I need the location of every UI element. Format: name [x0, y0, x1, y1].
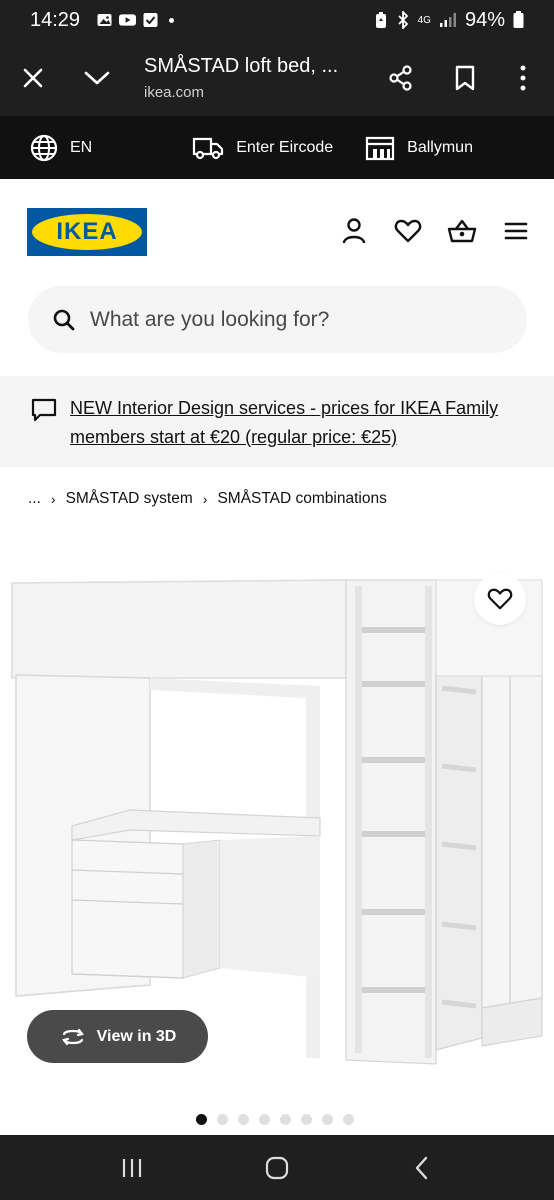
bookmark-icon: [455, 65, 475, 91]
breadcrumb-item[interactable]: SMÅSTAD system: [66, 490, 193, 508]
minimize-button[interactable]: [72, 53, 122, 103]
pager-dot[interactable]: [196, 1114, 207, 1125]
breadcrumb: ... › SMÅSTAD system › SMÅSTAD combinati…: [28, 487, 387, 511]
checkbox-notification-icon: [143, 13, 158, 27]
eircode-selector[interactable]: Enter Eircode: [192, 135, 333, 161]
heart-icon: [394, 219, 422, 243]
battery-saver-icon: [375, 12, 386, 28]
site-header: IKEA: [0, 179, 554, 285]
favourites-button[interactable]: [392, 215, 424, 247]
page-title: SMÅSTAD loft bed, ...: [144, 55, 339, 77]
search-bar[interactable]: [28, 286, 527, 353]
share-button[interactable]: [376, 53, 426, 103]
language-label: EN: [70, 138, 93, 156]
image-pager: [196, 1114, 354, 1125]
basket-button[interactable]: [446, 215, 478, 247]
network-type: 4G: [417, 14, 431, 26]
battery-level: 94%: [464, 8, 505, 31]
rotate-3d-icon: [61, 1028, 84, 1045]
bluetooth-icon: [397, 11, 408, 29]
pager-dot[interactable]: [259, 1114, 270, 1125]
profile-button[interactable]: [338, 215, 370, 247]
product-image[interactable]: [10, 578, 544, 1066]
menu-icon: [504, 222, 528, 240]
pager-dot[interactable]: [343, 1114, 354, 1125]
youtube-notification-icon: [119, 14, 137, 26]
basket-icon: [447, 219, 477, 243]
system-nav-bar: [0, 1135, 554, 1200]
ikea-logo[interactable]: IKEA: [27, 208, 147, 256]
page-info[interactable]: SMÅSTAD loft bed, ... ikea.com: [144, 55, 376, 101]
logo-oval: IKEA: [32, 214, 142, 250]
back-icon: [415, 1156, 427, 1179]
recent-apps-button[interactable]: [112, 1148, 152, 1188]
page-url: ikea.com: [144, 84, 205, 101]
store-label: Ballymun: [407, 138, 473, 156]
speech-bubble-icon: [31, 398, 57, 422]
globe-icon: [30, 134, 58, 161]
delivery-truck-icon: [193, 137, 224, 159]
signal-icon: [439, 13, 456, 27]
profile-icon: [342, 218, 366, 244]
promo-banner: NEW Interior Design services - prices fo…: [0, 376, 554, 467]
add-to-favourites-button[interactable]: [474, 573, 526, 625]
store-icon: [366, 136, 395, 160]
eircode-label: Enter Eircode: [236, 138, 334, 156]
chevron-down-icon: [84, 71, 110, 85]
close-tab-button[interactable]: [8, 53, 58, 103]
back-button[interactable]: [402, 1148, 442, 1188]
pager-dot[interactable]: [238, 1114, 249, 1125]
recents-icon: [123, 1158, 142, 1177]
chevron-right-icon: ›: [50, 491, 56, 507]
battery-icon: [513, 11, 524, 28]
view-in-3d-button[interactable]: View in 3D: [27, 1010, 208, 1063]
pager-dot[interactable]: [322, 1114, 333, 1125]
pager-dot[interactable]: [301, 1114, 312, 1125]
menu-button[interactable]: [500, 215, 532, 247]
more-icon: [520, 65, 526, 91]
bookmark-button[interactable]: [440, 53, 490, 103]
logo-text: IKEA: [56, 218, 118, 245]
pager-dot[interactable]: [217, 1114, 228, 1125]
view-in-3d-label: View in 3D: [96, 1027, 177, 1045]
heart-icon: [487, 588, 513, 610]
locale-bar: EN Enter Eircode Ballymun: [0, 116, 554, 179]
chevron-right-icon: ›: [202, 491, 208, 507]
status-time: 14:29: [30, 8, 81, 31]
search-icon: [53, 309, 75, 330]
breadcrumb-item[interactable]: SMÅSTAD combinations: [217, 490, 386, 508]
share-icon: [389, 65, 412, 91]
home-icon: [265, 1156, 289, 1179]
browser-toolbar: SMÅSTAD loft bed, ... ikea.com: [0, 40, 554, 116]
store-selector[interactable]: Ballymun: [365, 135, 473, 161]
pager-dot[interactable]: [280, 1114, 291, 1125]
screen: 14:29 4G 94% SMÅSTAD loft bed, ... ikea.…: [0, 0, 554, 1200]
close-icon: [23, 68, 43, 88]
language-selector[interactable]: EN: [30, 134, 92, 162]
promo-link[interactable]: NEW Interior Design services - prices fo…: [70, 394, 510, 452]
more-notifications-dot: [169, 17, 175, 23]
gallery-notification-icon: [97, 14, 112, 26]
more-options-button[interactable]: [498, 53, 548, 103]
status-bar: 14:29 4G 94%: [0, 0, 554, 40]
home-button[interactable]: [257, 1148, 297, 1188]
search-input[interactable]: [90, 307, 490, 332]
breadcrumb-ellipsis[interactable]: ...: [28, 490, 41, 508]
